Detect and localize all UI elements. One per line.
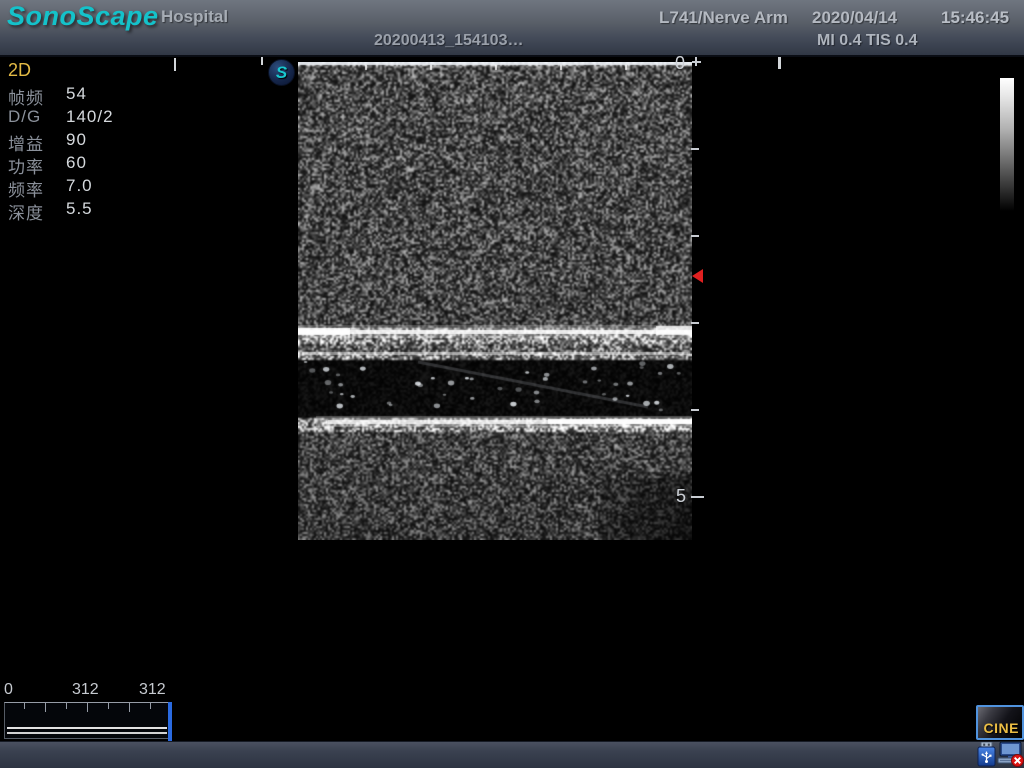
param-value: 140/2: [66, 107, 114, 127]
depth-tick-0: [695, 57, 697, 66]
depth-tick-4cm: [691, 409, 699, 411]
cine-ruler[interactable]: [4, 702, 171, 739]
depth-tick-3cm: [691, 322, 699, 324]
cine-ruler-tick: [24, 703, 25, 709]
image-file-name: 20200413_154103…: [374, 32, 523, 50]
exam-time: 15:46:45: [941, 8, 1009, 28]
cine-current-frame: 312: [72, 681, 99, 699]
cine-position-marker[interactable]: [168, 702, 172, 741]
cine-ruler-tick: [87, 703, 88, 712]
hospital-name: Hospital: [161, 7, 228, 27]
cine-track: [7, 727, 167, 729]
header-bar: SonoScape Hospital L741/Nerve Arm 2020/0…: [0, 0, 1024, 57]
ultrasound-screen: SonoScape Hospital L741/Nerve Arm 2020/0…: [0, 0, 1024, 768]
param-value: 54: [66, 84, 87, 104]
depth-tick-1cm: [691, 148, 699, 150]
cine-total-frames: 312: [139, 681, 166, 699]
cine-ruler-tick: [150, 703, 151, 709]
param-label: 帧频: [8, 84, 44, 109]
probe-preset: L741/Nerve Arm: [659, 8, 788, 28]
usb-storage-icon: [976, 742, 997, 767]
screen-marker-tick: [778, 57, 781, 69]
param-label: D/G: [8, 107, 41, 127]
screen-marker-tick: [261, 57, 263, 65]
param-value: 90: [66, 130, 87, 150]
ultrasound-image: [298, 62, 692, 540]
depth-tick-5cm: [691, 496, 704, 498]
param-label: 深度: [8, 199, 44, 224]
grayscale-map-bar: [1000, 78, 1014, 211]
focus-position-marker-icon: [692, 269, 703, 283]
exam-date: 2020/04/14: [812, 8, 897, 28]
cine-ruler-tick: [129, 703, 130, 712]
cine-ruler-tick: [45, 703, 46, 712]
param-label: 增益: [8, 130, 44, 155]
cine-ruler-tick: [108, 703, 109, 709]
printer-disconnected-icon: [997, 741, 1024, 767]
status-bar: [0, 741, 1024, 768]
param-value: 60: [66, 153, 87, 173]
sonoscape-logo: SonoScape: [7, 1, 159, 32]
cine-scrubber[interactable]: 0 312 312: [2, 681, 180, 741]
param-label: 功率: [8, 153, 44, 178]
cine-start-frame: 0: [4, 681, 13, 699]
param-value: 5.5: [66, 199, 93, 219]
param-label: 频率: [8, 176, 44, 201]
param-value: 7.0: [66, 176, 93, 196]
cine-track: [7, 732, 167, 734]
mode-2d-label: 2D: [8, 60, 31, 81]
depth-label-top: 0: [675, 53, 685, 74]
cine-button[interactable]: CINE: [976, 705, 1024, 740]
orientation-marker-logo: S: [268, 59, 295, 86]
cine-ruler-tick: [66, 703, 67, 709]
screen-marker-tick: [174, 58, 176, 71]
acoustic-output-indices: MI 0.4 TIS 0.4: [817, 32, 917, 50]
depth-tick-2cm: [691, 235, 699, 237]
depth-label-bottom: 5: [676, 486, 686, 507]
